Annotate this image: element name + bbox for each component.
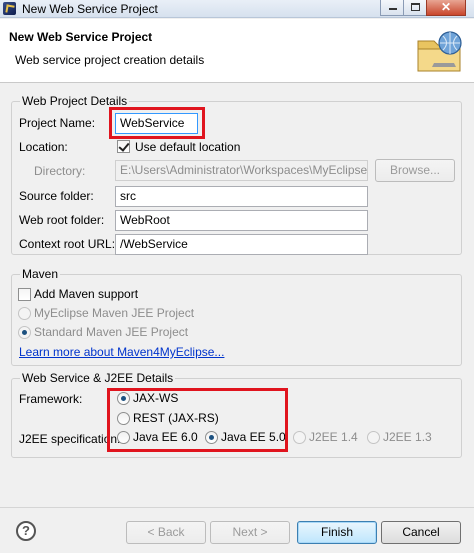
add-maven-support-checkbox[interactable] <box>18 288 31 301</box>
browse-button[interactable]: Browse... <box>375 159 455 182</box>
standard-maven-jee-label: Standard Maven JEE Project <box>34 325 189 339</box>
cancel-button[interactable]: Cancel <box>381 521 461 544</box>
window-controls: ✕ <box>380 0 466 16</box>
framework-label: Framework: <box>19 392 83 406</box>
highlight-framework-j2ee <box>107 388 288 452</box>
context-root-url-input[interactable]: /WebService <box>115 234 368 255</box>
j2ee-14-label: J2EE 1.4 <box>309 430 358 444</box>
highlight-project-name <box>109 107 205 139</box>
group-title-web-project: Web Project Details <box>20 94 130 108</box>
learn-more-maven-link[interactable]: Learn more about Maven4MyEclipse... <box>19 345 224 359</box>
minimize-button[interactable] <box>380 0 404 16</box>
source-folder-label: Source folder: <box>19 189 94 203</box>
next-button[interactable]: Next > <box>210 521 290 544</box>
j2ee-13-radio[interactable] <box>367 431 380 444</box>
myeclipse-maven-jee-label: MyEclipse Maven JEE Project <box>34 306 195 320</box>
project-name-label: Project Name: <box>19 116 96 130</box>
j2ee-13-label: J2EE 1.3 <box>383 430 432 444</box>
add-maven-support-label: Add Maven support <box>34 287 139 301</box>
source-folder-input[interactable]: src <box>115 186 368 207</box>
help-icon[interactable]: ? <box>16 521 36 541</box>
context-root-url-label: Context root URL: <box>19 237 116 251</box>
window-title: New Web Service Project <box>22 2 158 16</box>
new-web-service-project-dialog: New Web Service Project ✕ New Web Servic… <box>0 0 474 553</box>
use-default-location-label: Use default location <box>135 140 241 154</box>
myeclipse-maven-jee-radio[interactable] <box>18 307 31 320</box>
close-icon: ✕ <box>440 0 452 14</box>
web-root-folder-input[interactable]: WebRoot <box>115 210 368 231</box>
j2ee-14-radio[interactable] <box>293 431 306 444</box>
banner-subtitle: Web service project creation details <box>15 53 205 67</box>
maximize-button[interactable] <box>403 0 427 16</box>
web-service-wizard-icon <box>417 31 462 72</box>
directory-label: Directory: <box>34 164 86 178</box>
finish-button[interactable]: Finish <box>297 521 377 544</box>
group-title-maven: Maven <box>20 267 61 281</box>
maximize-icon <box>411 3 420 11</box>
title-bar: New Web Service Project ✕ <box>0 0 474 18</box>
back-button[interactable]: < Back <box>126 521 206 544</box>
location-label: Location: <box>19 140 68 154</box>
directory-input[interactable]: E:\Users\Administrator\Workspaces\MyEcli… <box>115 160 368 181</box>
wizard-banner: New Web Service Project Web service proj… <box>0 19 474 83</box>
banner-title: New Web Service Project <box>9 30 153 44</box>
group-title-ws-j2ee: Web Service & J2EE Details <box>20 371 176 385</box>
minimize-icon <box>389 8 397 10</box>
myeclipse-app-icon <box>3 2 16 15</box>
use-default-location-checkbox[interactable] <box>117 140 130 153</box>
standard-maven-jee-radio[interactable] <box>18 326 31 339</box>
web-root-folder-label: Web root folder: <box>19 213 105 227</box>
j2ee-specification-label: J2EE specification: <box>19 432 121 446</box>
footer-separator <box>0 507 474 508</box>
close-button[interactable]: ✕ <box>426 0 466 16</box>
